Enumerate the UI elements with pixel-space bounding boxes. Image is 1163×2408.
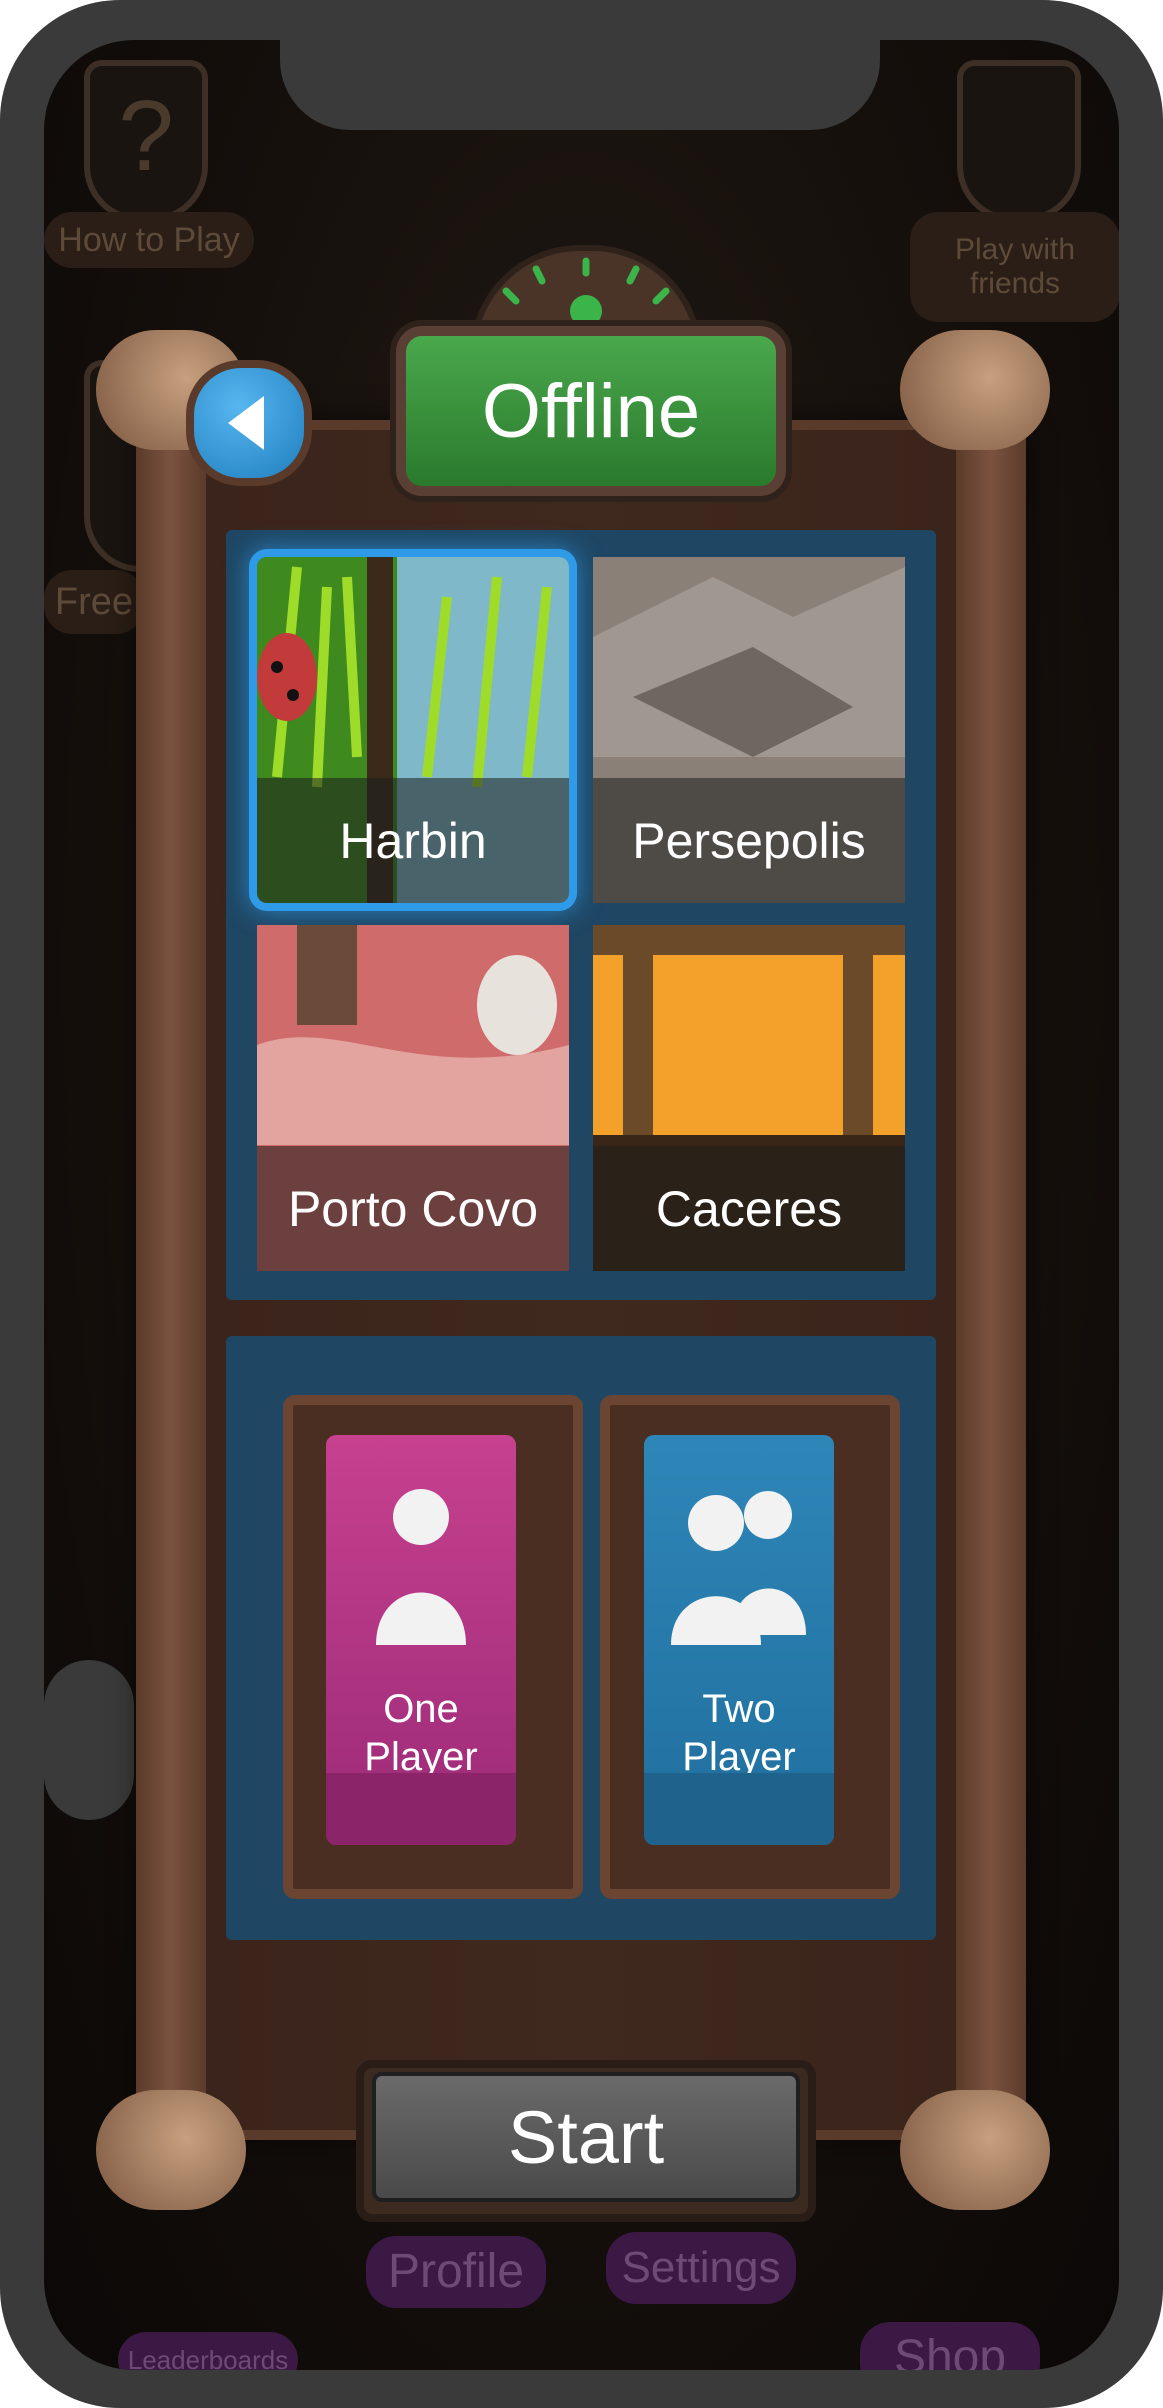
mode-label-line1: One	[383, 1687, 459, 1731]
friends-shield-icon	[957, 60, 1081, 222]
dim-toggle-icon	[44, 1660, 134, 1820]
two-persons-icon	[671, 1491, 806, 1645]
map-name: Caceres	[593, 1146, 905, 1271]
map-tile-persepolis[interactable]: Persepolis	[593, 557, 905, 903]
single-person-icon	[376, 1489, 466, 1645]
free-button[interactable]: Free	[44, 570, 144, 634]
card-footer	[644, 1773, 834, 1845]
scroll-ornament-bottom-right	[900, 2090, 1050, 2210]
page-title: Offline	[481, 368, 701, 454]
scroll-ornament-top-right	[900, 330, 1050, 450]
map-tile-caceres[interactable]: Caceres	[593, 925, 905, 1271]
back-button[interactable]	[186, 360, 312, 486]
map-name: Harbin	[257, 778, 569, 903]
two-player-button[interactable]: Two Player	[644, 1435, 834, 1845]
back-arrow-icon	[228, 396, 264, 450]
map-name: Persepolis	[593, 778, 905, 903]
leaderboards-button[interactable]: Leaderboards	[118, 2332, 298, 2370]
one-player-button[interactable]: One Player	[326, 1435, 516, 1845]
how-to-play-button[interactable]: How to Play	[44, 212, 254, 268]
help-shield-icon: ?	[84, 60, 208, 222]
start-button[interactable]: Start	[372, 2072, 800, 2202]
shop-button[interactable]: Shop	[860, 2322, 1040, 2370]
settings-button[interactable]: Settings	[606, 2232, 796, 2304]
map-tile-porto-covo[interactable]: Porto Covo	[257, 925, 569, 1271]
scroll-ornament-bottom-left	[96, 2090, 246, 2210]
card-footer	[326, 1773, 516, 1845]
map-tile-harbin[interactable]: Harbin	[257, 557, 569, 903]
play-with-friends-button[interactable]: Play with friends	[910, 212, 1119, 322]
mode-label-line1: Two	[702, 1687, 776, 1731]
profile-button[interactable]: Profile	[366, 2236, 546, 2308]
map-name: Porto Covo	[257, 1146, 569, 1271]
phone-notch	[280, 0, 880, 130]
panel-right-post	[956, 420, 1026, 2140]
panel-left-post	[136, 420, 206, 2140]
